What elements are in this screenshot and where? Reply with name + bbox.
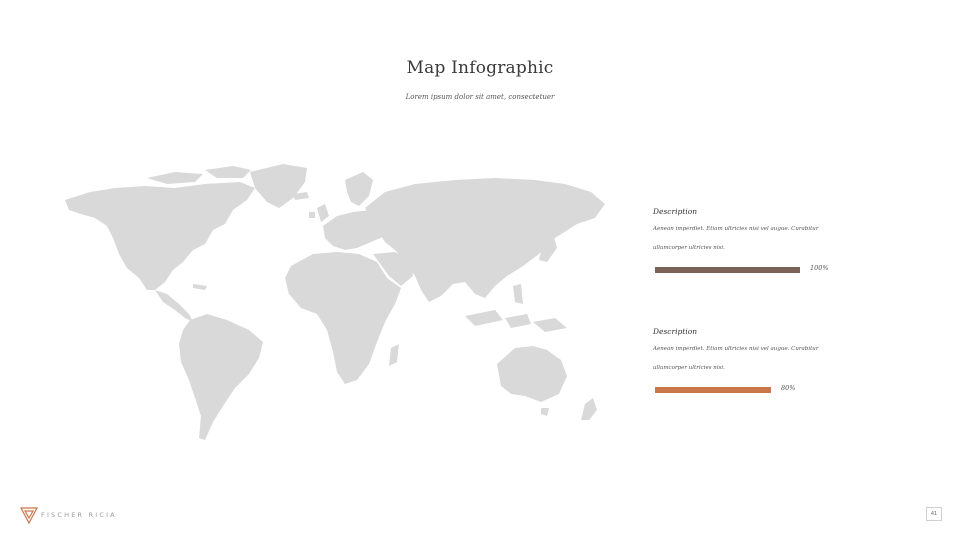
- progress-percent-label: 100%: [810, 264, 829, 272]
- brand-name: FISCHER RICIA: [41, 511, 117, 519]
- description-text: Aenean imperdiet. Etiam ultricies nisi v…: [653, 346, 819, 371]
- progress-bar-2: 80%: [653, 384, 853, 396]
- description-text: Aenean imperdiet. Etiam ultricies nisi v…: [653, 226, 819, 251]
- description-block-1: Description Aenean imperdiet. Etiam ultr…: [653, 207, 853, 276]
- world-map-icon: [65, 164, 605, 440]
- description-block-2: Description Aenean imperdiet. Etiam ultr…: [653, 327, 853, 396]
- progress-bar-fill: [655, 267, 800, 273]
- triangle-logo-icon: [20, 507, 38, 524]
- page-subtitle: Lorem ipsum dolor sit amet, consectetuer: [405, 93, 555, 101]
- page-title: Map Infographic: [406, 58, 554, 78]
- description-heading: Description: [653, 207, 698, 216]
- progress-bar-fill: [655, 387, 771, 393]
- progress-bar-1: 100%: [653, 264, 853, 276]
- progress-percent-label: 80%: [781, 384, 796, 392]
- description-heading: Description: [653, 327, 698, 336]
- page-number: 41: [926, 507, 942, 521]
